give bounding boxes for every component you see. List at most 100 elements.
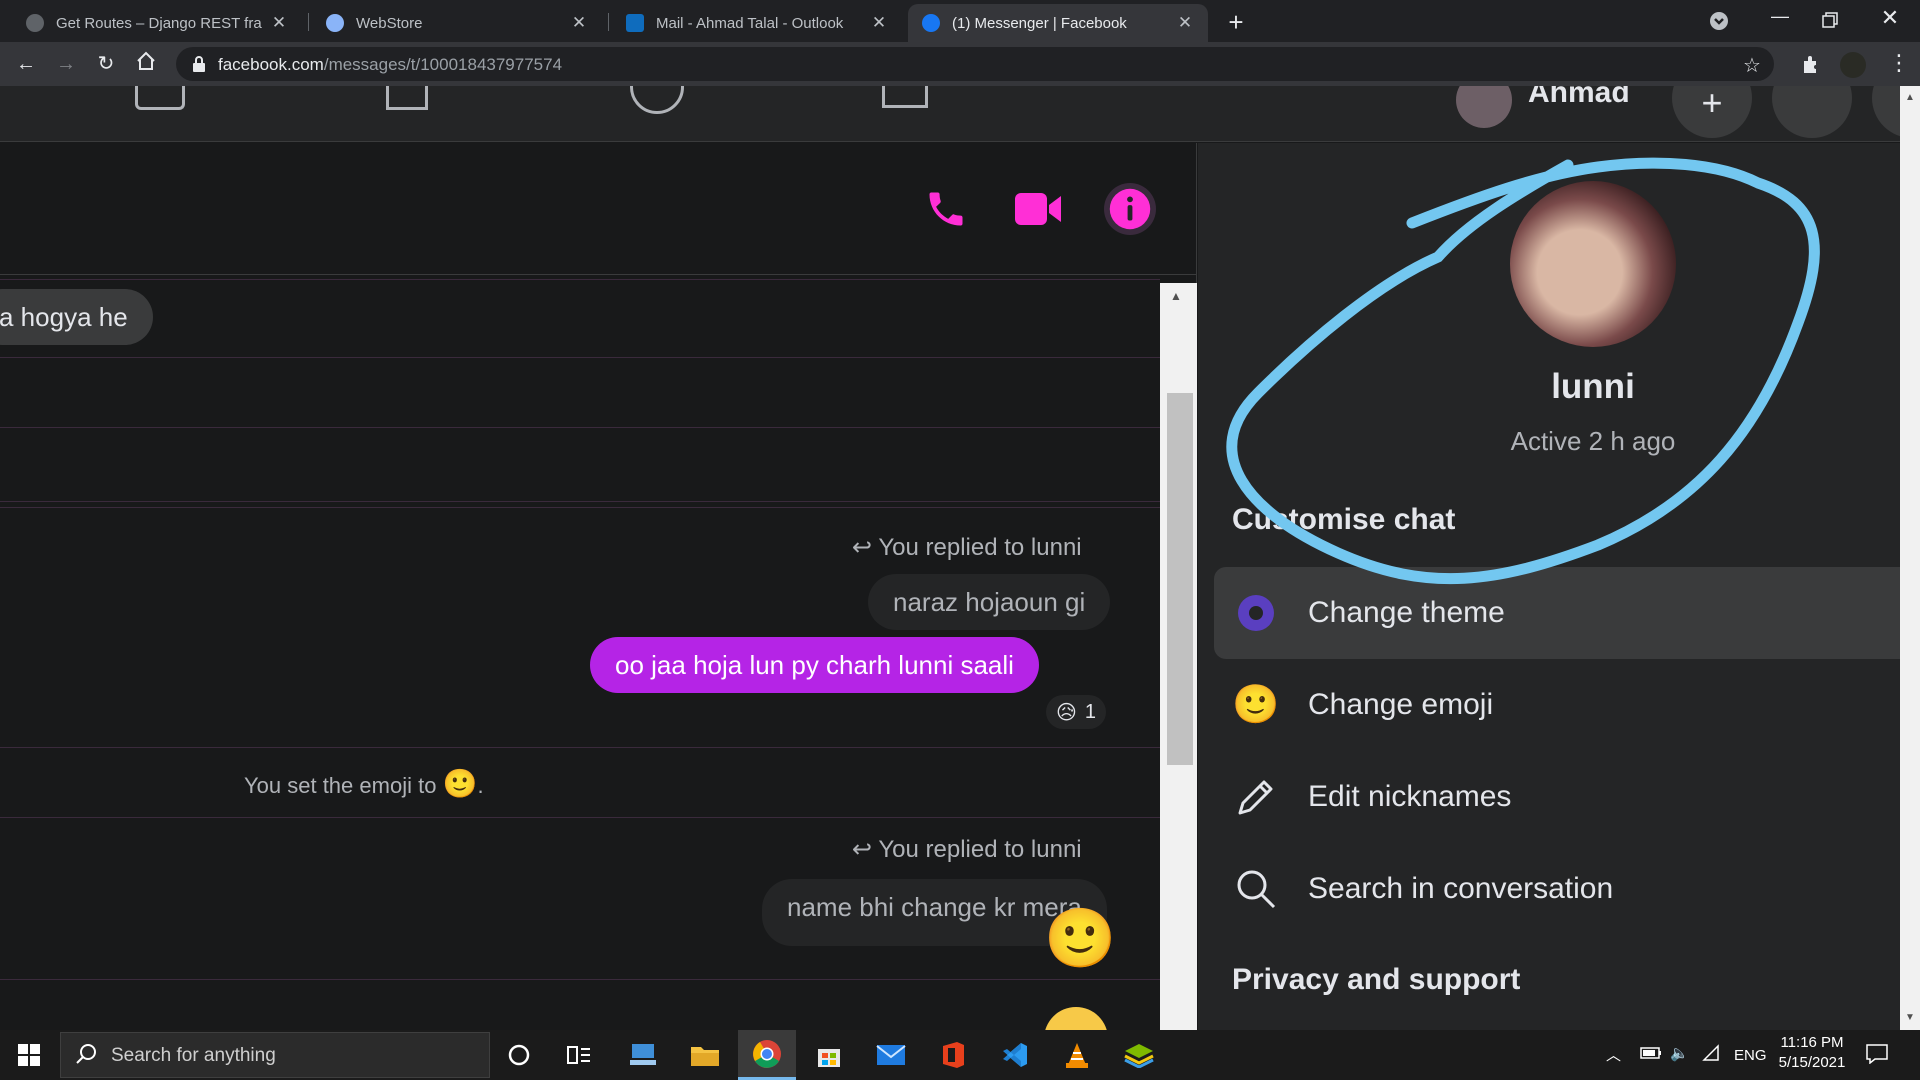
- info-icon[interactable]: [1104, 183, 1156, 235]
- tray-chevron-icon[interactable]: ︿: [1606, 1044, 1621, 1065]
- restore-icon[interactable]: [1820, 10, 1844, 34]
- globe-icon: [326, 14, 344, 32]
- home-icon[interactable]: [132, 50, 160, 78]
- avatar[interactable]: [1456, 86, 1512, 128]
- scroll-up-icon[interactable]: ▲: [1170, 289, 1182, 303]
- new-tab-button[interactable]: +: [1220, 6, 1252, 38]
- change-theme-item[interactable]: Change theme: [1214, 567, 1900, 659]
- menu-label: Edit nicknames: [1308, 780, 1512, 813]
- section-customise-chat[interactable]: Customise chat: [1232, 503, 1455, 537]
- avatar[interactable]: [1510, 181, 1676, 347]
- active-status: Active 2 h ago: [1510, 426, 1676, 456]
- tab-django[interactable]: Get Routes – Django REST framew ✕: [12, 4, 302, 42]
- vlc-icon[interactable]: [1048, 1030, 1106, 1080]
- section-privacy-support[interactable]: Privacy and support: [1232, 963, 1520, 997]
- divider: [0, 279, 1160, 280]
- battery-icon[interactable]: [1640, 1046, 1662, 1064]
- task-view-icon[interactable]: [550, 1030, 608, 1080]
- watch-icon[interactable]: [135, 86, 185, 110]
- volume-icon[interactable]: 🔈: [1670, 1044, 1689, 1062]
- url-text: facebook.com/messages/t/100018437977574: [218, 55, 562, 75]
- outgoing-message[interactable]: oo jaa hoja lun py charh lunni saali: [590, 637, 1039, 693]
- emoji-message-partial[interactable]: [1044, 1007, 1108, 1030]
- close-icon[interactable]: ✕: [570, 13, 588, 33]
- gaming-icon[interactable]: [882, 86, 928, 108]
- edit-nicknames-item[interactable]: Edit nicknames: [1214, 751, 1900, 843]
- tab-title: Get Routes – Django REST framew: [56, 14, 262, 32]
- office-icon[interactable]: [924, 1030, 982, 1080]
- reply-arrow-icon: ↩: [852, 534, 873, 561]
- address-bar[interactable]: facebook.com/messages/t/100018437977574 …: [176, 47, 1774, 81]
- search-in-conversation-item[interactable]: Search in conversation: [1214, 843, 1900, 935]
- store-icon[interactable]: [800, 1030, 858, 1080]
- bookmark-star-icon[interactable]: ☆: [1743, 53, 1761, 78]
- taskbar-search-box[interactable]: Search for anything: [60, 1032, 490, 1078]
- windows-start-icon[interactable]: [0, 1030, 58, 1080]
- tab-messenger[interactable]: (1) Messenger | Facebook ✕: [908, 4, 1208, 42]
- lock-icon[interactable]: [192, 55, 206, 73]
- profile-avatar[interactable]: [1840, 52, 1866, 78]
- close-window-icon[interactable]: ✕: [1875, 5, 1905, 35]
- chat-header: [0, 143, 1197, 275]
- profile-name[interactable]: Ahmad: [1528, 86, 1630, 110]
- phone-icon[interactable]: [920, 183, 972, 235]
- video-call-icon[interactable]: [1012, 183, 1064, 235]
- cortana-icon[interactable]: [490, 1030, 548, 1080]
- url-path: /messages/t/100018437977574: [323, 55, 563, 74]
- tab-search-icon[interactable]: [1708, 10, 1730, 32]
- forward-icon[interactable]: →: [52, 50, 80, 78]
- notification-center-icon[interactable]: [1866, 1044, 1888, 1068]
- tab-outlook[interactable]: Mail - Ahmad Talal - Outlook ✕: [612, 4, 902, 42]
- minimize-icon[interactable]: —: [1765, 6, 1795, 36]
- chat-scrollbar[interactable]: ▲: [1160, 283, 1197, 1030]
- file-explorer-icon[interactable]: [676, 1030, 734, 1080]
- create-button[interactable]: +: [1672, 86, 1752, 138]
- scroll-down-icon[interactable]: ▼: [1905, 1012, 1915, 1023]
- layers-app-icon[interactable]: [1110, 1030, 1168, 1080]
- url-domain: facebook.com: [218, 55, 324, 74]
- menu-kebab-icon[interactable]: ⋮: [1888, 50, 1910, 76]
- back-icon[interactable]: ←: [12, 50, 40, 78]
- vscode-icon[interactable]: [986, 1030, 1044, 1080]
- language-indicator[interactable]: ENG: [1734, 1047, 1767, 1064]
- emoji-message[interactable]: 🙂: [1044, 907, 1116, 971]
- reaction-badge[interactable]: 😥 1: [1046, 695, 1106, 729]
- system-text: You set the emoji to: [244, 773, 437, 798]
- mail-icon[interactable]: [862, 1030, 920, 1080]
- wifi-icon[interactable]: [1702, 1044, 1720, 1066]
- emoji-icon: 🙂: [1232, 684, 1280, 726]
- divider: [0, 427, 1160, 428]
- groups-icon[interactable]: [630, 86, 684, 114]
- scroll-thumb[interactable]: [1167, 393, 1193, 765]
- clock[interactable]: 11:16 PM 5/15/2021: [1772, 1034, 1852, 1071]
- tab-separator: [308, 13, 309, 31]
- page-scrollbar[interactable]: ▲ ▼: [1900, 86, 1920, 1030]
- close-icon[interactable]: ✕: [1176, 13, 1194, 33]
- divider: [0, 357, 1160, 358]
- change-emoji-item[interactable]: 🙂 Change emoji: [1214, 659, 1900, 751]
- search-icon: [1232, 865, 1280, 913]
- messenger-button[interactable]: [1772, 86, 1852, 138]
- menu-label: Search in conversation: [1308, 872, 1614, 905]
- divider: [0, 817, 1160, 818]
- tab-title: Mail - Ahmad Talal - Outlook: [656, 14, 844, 32]
- chat-pane: a hogya he ↩ You replied to lunni naraz …: [0, 143, 1197, 1030]
- clock-time: 11:16 PM: [1780, 1034, 1844, 1051]
- close-icon[interactable]: ✕: [270, 13, 288, 33]
- scroll-up-icon[interactable]: ▲: [1905, 92, 1915, 103]
- chrome-icon[interactable]: [738, 1030, 796, 1080]
- quoted-message[interactable]: naraz hojaoun gi: [868, 574, 1111, 630]
- tab-webstore[interactable]: WebStore ✕: [312, 4, 602, 42]
- reply-indicator: ↩ You replied to lunni: [852, 533, 1082, 562]
- menu-label: Change emoji: [1308, 688, 1494, 721]
- reload-icon[interactable]: ↻: [92, 50, 120, 78]
- pc-app-icon[interactable]: [614, 1030, 672, 1080]
- extensions-icon[interactable]: [1800, 53, 1822, 75]
- incoming-message[interactable]: a hogya he: [0, 289, 153, 345]
- tab-title: WebStore: [356, 14, 423, 32]
- system-suffix: .: [477, 773, 484, 798]
- close-icon[interactable]: ✕: [870, 13, 888, 33]
- marketplace-icon[interactable]: [386, 86, 428, 110]
- search-placeholder: Search for anything: [111, 1045, 276, 1066]
- outlook-icon: [626, 14, 644, 32]
